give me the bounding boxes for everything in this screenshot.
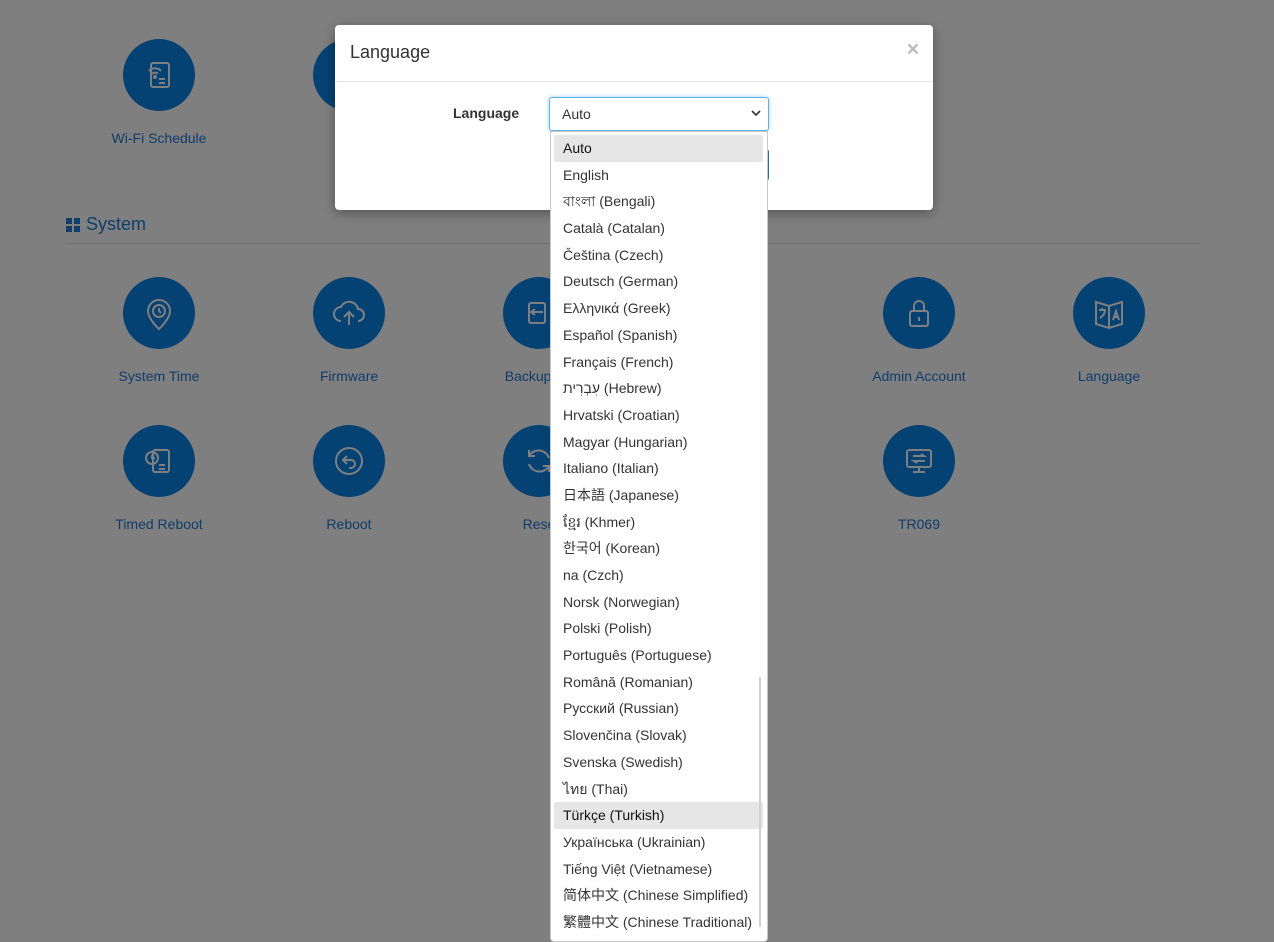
language-option[interactable]: Türkçe (Turkish) [554,802,763,829]
language-option[interactable]: Italiano (Italian) [554,455,763,482]
language-option[interactable]: Norsk (Norwegian) [554,589,763,616]
language-option[interactable]: Slovenčina (Slovak) [554,722,763,749]
language-option[interactable]: Svenska (Swedish) [554,749,763,776]
language-option[interactable]: Română (Romanian) [554,669,763,696]
language-option[interactable]: 简体中文 (Chinese Simplified) [554,882,763,909]
modal-header: Language × [335,25,933,82]
language-option[interactable]: Hrvatski (Croatian) [554,402,763,429]
language-option[interactable]: ไทย (Thai) [554,776,763,803]
language-option[interactable]: Українська (Ukrainian) [554,829,763,856]
language-option[interactable]: Magyar (Hungarian) [554,429,763,456]
modal-title: Language [350,42,431,62]
language-option[interactable]: 한국어 (Korean) [554,535,763,562]
language-option[interactable]: Français (French) [554,349,763,376]
language-option[interactable]: Tiếng Việt (Vietnamese) [554,856,763,883]
language-option[interactable]: na (Czch) [554,562,763,589]
language-option[interactable]: Čeština (Czech) [554,242,763,269]
language-option[interactable]: Русский (Russian) [554,695,763,722]
language-option[interactable]: বাংলা (Bengali) [554,188,763,215]
language-option[interactable]: Português (Portuguese) [554,642,763,669]
language-select[interactable]: Auto [549,97,769,131]
language-option[interactable]: Català (Catalan) [554,215,763,242]
language-options: Auto English বাংলা (Bengali) Català (Catala… [551,132,767,936]
language-option[interactable]: ខ្មែរ (Khmer) [554,509,763,536]
close-icon[interactable]: × [907,38,919,62]
language-option[interactable]: 繁體中文 (Chinese Traditional) [554,909,763,936]
language-option[interactable]: Deutsch (German) [554,268,763,295]
language-option[interactable]: Polski (Polish) [554,615,763,642]
language-option[interactable]: עִבְרִית (Hebrew) [554,375,763,402]
language-option[interactable]: English [554,162,763,189]
language-option[interactable]: Español (Spanish) [554,322,763,349]
chevron-down-icon [751,110,761,117]
dropdown-scrollbar[interactable] [759,677,761,927]
language-option[interactable]: Auto [554,135,763,162]
language-dropdown-list: Auto English বাংলা (Bengali) Català (Catala… [550,131,768,942]
language-option[interactable]: 日本語 (Japanese) [554,482,763,509]
language-option[interactable]: Ελληνικά (Greek) [554,295,763,322]
language-select-value: Auto [562,106,591,122]
language-field-label: Language [453,105,520,121]
